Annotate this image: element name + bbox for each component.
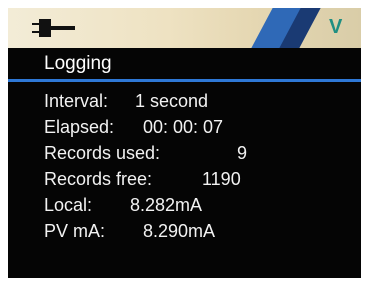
elapsed-label: Elapsed:	[44, 117, 115, 137]
elapsed-value: 00: 00: 07	[143, 117, 224, 137]
records-used-value: 9	[237, 143, 248, 163]
screen-title-row: Logging	[8, 48, 361, 83]
local-row: Local: 8.282mA	[8, 195, 361, 219]
pv-row: PV mA: 8.290mA	[8, 221, 361, 245]
logging-info-list: Interval: 1 second Elapsed: 00: 00: 07 R…	[8, 88, 361, 258]
plug-icon	[32, 17, 78, 39]
interval-row: Interval: 1 second	[8, 91, 361, 115]
elapsed-row: Elapsed: 00: 00: 07	[8, 117, 361, 141]
pv-label: PV mA:	[44, 221, 106, 241]
local-value: 8.282mA	[130, 195, 203, 215]
records-used-label: Records used:	[44, 143, 161, 163]
pv-value: 8.290mA	[143, 221, 216, 241]
device-screen: V Logging Interval: 1 second Elapsed: 00…	[8, 8, 361, 278]
records-free-label: Records free:	[44, 169, 153, 189]
interval-value: 1 second	[135, 91, 209, 111]
records-free-row: Records free: 1190	[8, 169, 361, 193]
v-mode-icon: V	[329, 16, 343, 38]
records-free-value: 1190	[202, 169, 241, 189]
screen-title: Logging	[44, 53, 112, 74]
title-divider	[8, 79, 361, 82]
status-bar: V	[8, 8, 361, 48]
records-used-row: Records used: 9	[8, 143, 361, 167]
local-label: Local:	[44, 195, 93, 215]
interval-label: Interval:	[44, 91, 109, 111]
